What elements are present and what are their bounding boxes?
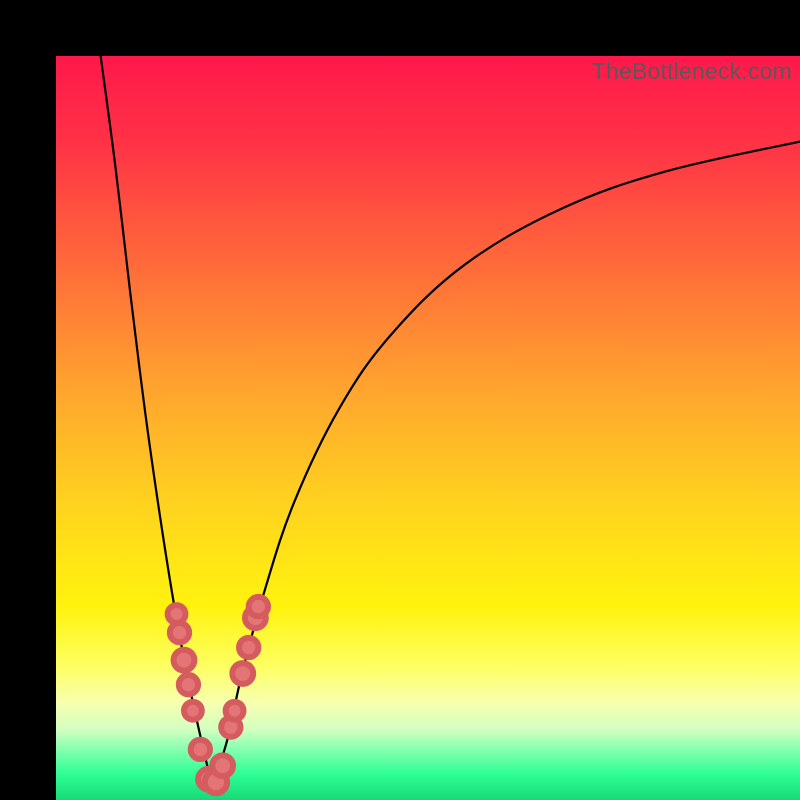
plot-area: TheBottleneck.com (56, 56, 800, 800)
data-dot (232, 663, 253, 684)
data-dot (168, 605, 186, 623)
data-dot (226, 702, 244, 720)
data-dot (212, 755, 233, 776)
data-dot (179, 675, 198, 694)
chart-frame: TheBottleneck.com (0, 0, 800, 800)
data-dot (174, 650, 195, 671)
data-dot (170, 623, 189, 642)
curves-layer (56, 56, 800, 800)
data-dot (191, 740, 210, 759)
data-dot (239, 638, 258, 657)
curve-right-branch (212, 142, 800, 786)
data-dots-group (168, 597, 268, 793)
data-dot (249, 597, 268, 616)
data-dot (184, 702, 202, 720)
watermark-text: TheBottleneck.com (592, 58, 792, 85)
